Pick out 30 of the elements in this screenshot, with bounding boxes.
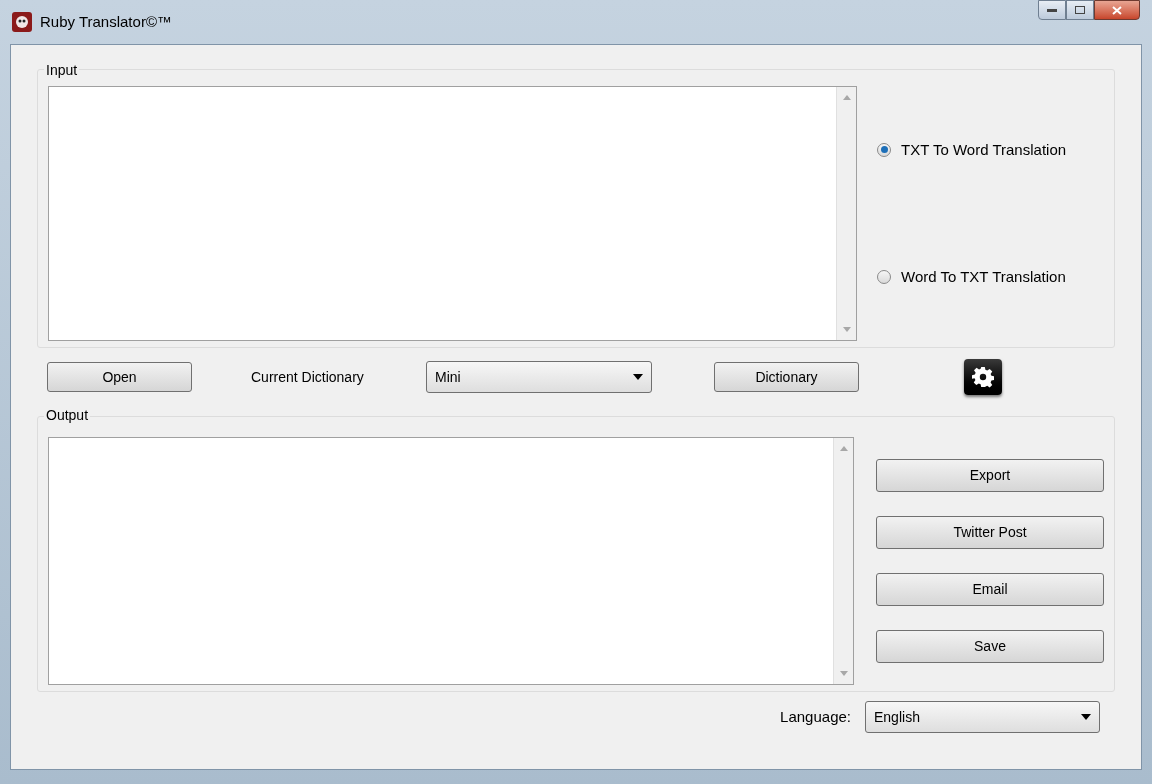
action-button[interactable]: Twitter Post	[876, 516, 1104, 549]
scrollbar[interactable]	[833, 438, 853, 684]
scroll-down-icon[interactable]	[842, 327, 851, 332]
maximize-button[interactable]	[1066, 0, 1094, 20]
dictionary-label: Current Dictionary	[251, 367, 365, 387]
close-button[interactable]	[1094, 0, 1140, 20]
language-label: Language:	[780, 706, 851, 727]
dropdown-arrow-icon	[633, 374, 643, 380]
scroll-up-icon[interactable]	[839, 446, 848, 451]
scroll-down-icon[interactable]	[839, 671, 848, 676]
scrollbar[interactable]	[836, 87, 856, 340]
dictionary-dropdown[interactable]: Mini	[426, 361, 652, 393]
action-button[interactable]: Export	[876, 459, 1104, 492]
settings-icon	[972, 366, 994, 388]
action-button[interactable]: Save	[876, 630, 1104, 663]
settings-button[interactable]	[964, 359, 1002, 395]
dropdown-arrow-icon	[1081, 714, 1091, 720]
window-title: Ruby Translator©™	[40, 11, 172, 32]
dictionary-button[interactable]: Dictionary	[714, 362, 859, 392]
close-icon	[1112, 5, 1122, 15]
radio-option[interactable]: TXT To Word Translation	[877, 138, 1104, 161]
minimize-button[interactable]	[1038, 0, 1066, 20]
language-dropdown[interactable]: English	[865, 701, 1100, 733]
app-icon	[12, 12, 32, 32]
action-button[interactable]: Email	[876, 573, 1104, 606]
radio-option[interactable]: Word To TXT Translation	[877, 266, 1104, 289]
scroll-up-icon[interactable]	[842, 95, 851, 100]
input-text-area[interactable]	[48, 86, 857, 341]
output-text-area[interactable]	[48, 437, 854, 685]
open-button[interactable]: Open	[47, 362, 192, 392]
